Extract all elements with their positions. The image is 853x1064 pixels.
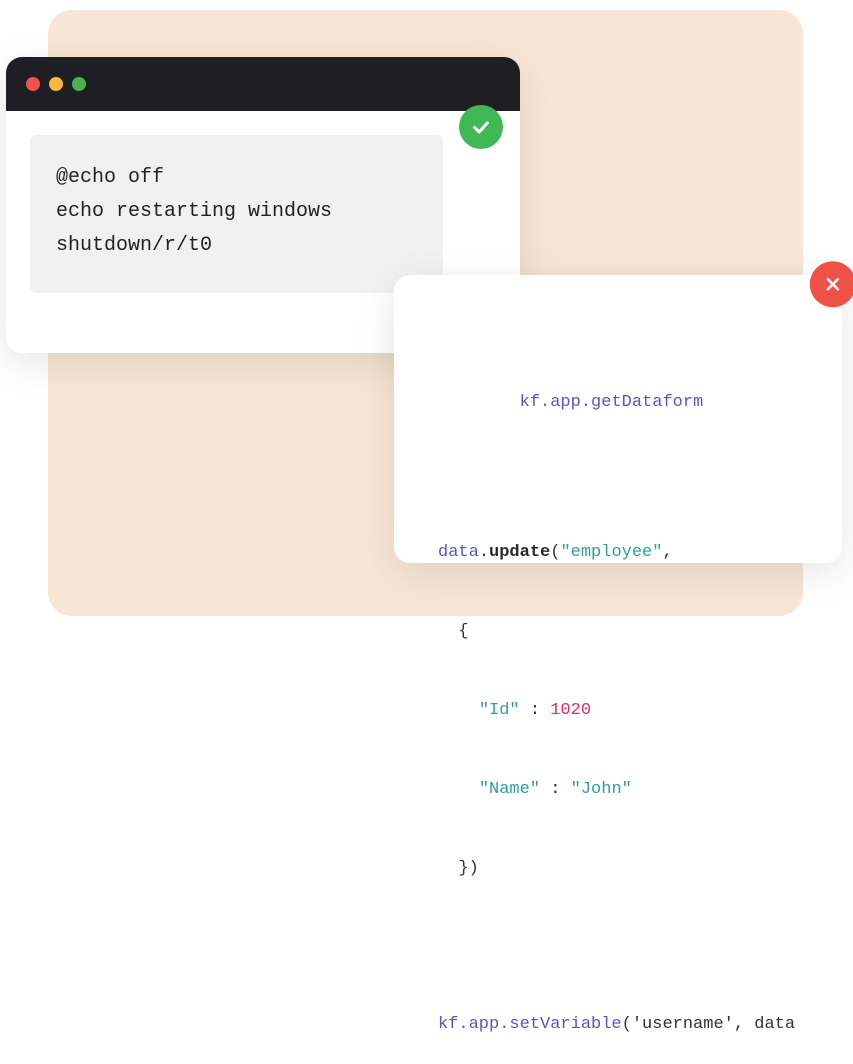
code-line: "Id" : 1020: [438, 698, 808, 724]
indent: [438, 701, 479, 720]
code-snippet-card: kf.app.getDataform data.update("employee…: [394, 275, 842, 563]
window-maximize-dot[interactable]: [72, 77, 86, 91]
blank-line: [438, 935, 808, 959]
token-object: kf.app.getDataform: [520, 393, 704, 412]
token-string: "employee": [560, 543, 662, 562]
token-punc: .: [479, 543, 489, 562]
token-punc: (: [550, 543, 560, 562]
token-object: data: [438, 543, 479, 562]
token-call: update: [489, 543, 550, 562]
code-line: }): [438, 856, 808, 882]
window-title-bar: [6, 57, 520, 111]
code-line: @echo off: [56, 161, 417, 195]
indent: [438, 780, 479, 799]
code-line: data.update("employee",: [438, 540, 808, 566]
indent: [438, 393, 520, 412]
window-close-dot[interactable]: [26, 77, 40, 91]
token-number: 1020: [550, 701, 591, 720]
token-string: "Name": [479, 780, 540, 799]
code-line: "Name" : "John": [438, 777, 808, 803]
close-icon: [823, 274, 843, 294]
code-line: shutdown/r/t0: [56, 229, 417, 263]
blank-line: [438, 469, 808, 487]
token-string: "Id": [479, 701, 520, 720]
code-line: kf.app.setVariable('username', data: [438, 1012, 808, 1038]
error-badge: [810, 261, 853, 307]
code-line: kf.app.getDataform: [438, 390, 808, 416]
token-string: "John": [571, 780, 632, 799]
batch-code-block: @echo off echo restarting windows shutdo…: [30, 135, 443, 293]
success-badge: [459, 105, 503, 149]
token-punc: :: [520, 701, 551, 720]
token-punc: :: [540, 780, 571, 799]
token-punc: ('username', data: [622, 1015, 795, 1034]
code-line: {: [438, 619, 808, 645]
window-minimize-dot[interactable]: [49, 77, 63, 91]
code-line: echo restarting windows: [56, 195, 417, 229]
token-punc: ,: [662, 543, 672, 562]
token-object: kf.app.setVariable: [438, 1015, 622, 1034]
check-icon: [470, 116, 492, 138]
